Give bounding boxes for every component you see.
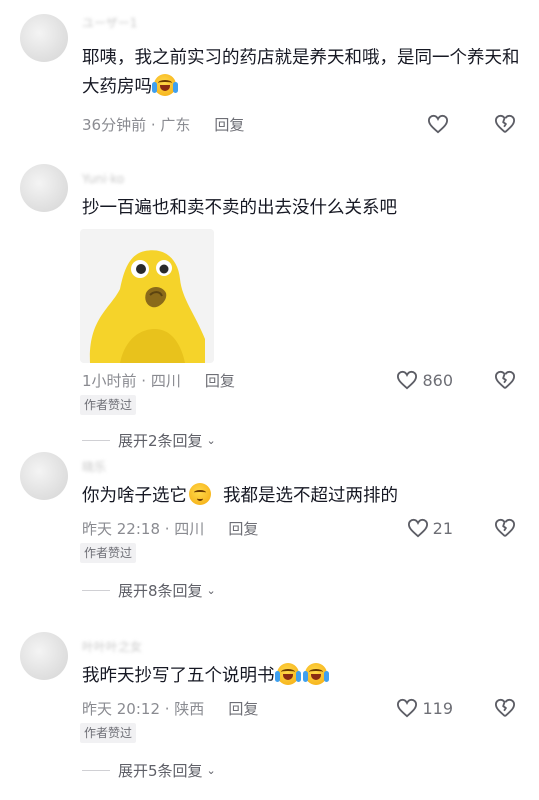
author-liked-badge: 作者赞过 — [80, 723, 137, 743]
laughing-crying-emoji-icon — [274, 663, 301, 685]
like-button[interactable]: 119 — [396, 697, 453, 719]
comment-4: 叶叶叶之女 我昨天抄写了五个说明书 昨天 20:12 · 陕西 回复 119 作… — [0, 0, 539, 800]
chevron-down-icon: ⌄ — [206, 764, 216, 777]
broken-heart-icon[interactable] — [494, 698, 516, 718]
expand-replies-button[interactable]: 展开5条回复 ⌄ — [82, 760, 216, 781]
avatar[interactable] — [20, 632, 68, 680]
divider-line — [82, 770, 110, 771]
comment-text: 我昨天抄写了五个说明书 — [82, 662, 522, 691]
username[interactable]: 叶叶叶之女 — [82, 638, 142, 655]
like-count: 119 — [422, 698, 453, 718]
comment-meta: 昨天 20:12 · 陕西 回复 — [82, 698, 258, 719]
reply-button[interactable]: 回复 — [228, 698, 258, 719]
expand-replies-label: 展开5条回复 — [118, 762, 203, 780]
laughing-crying-emoji-icon — [302, 663, 329, 685]
heart-outline-icon — [397, 698, 418, 718]
time-location: 昨天 20:12 · 陕西 — [82, 700, 205, 718]
